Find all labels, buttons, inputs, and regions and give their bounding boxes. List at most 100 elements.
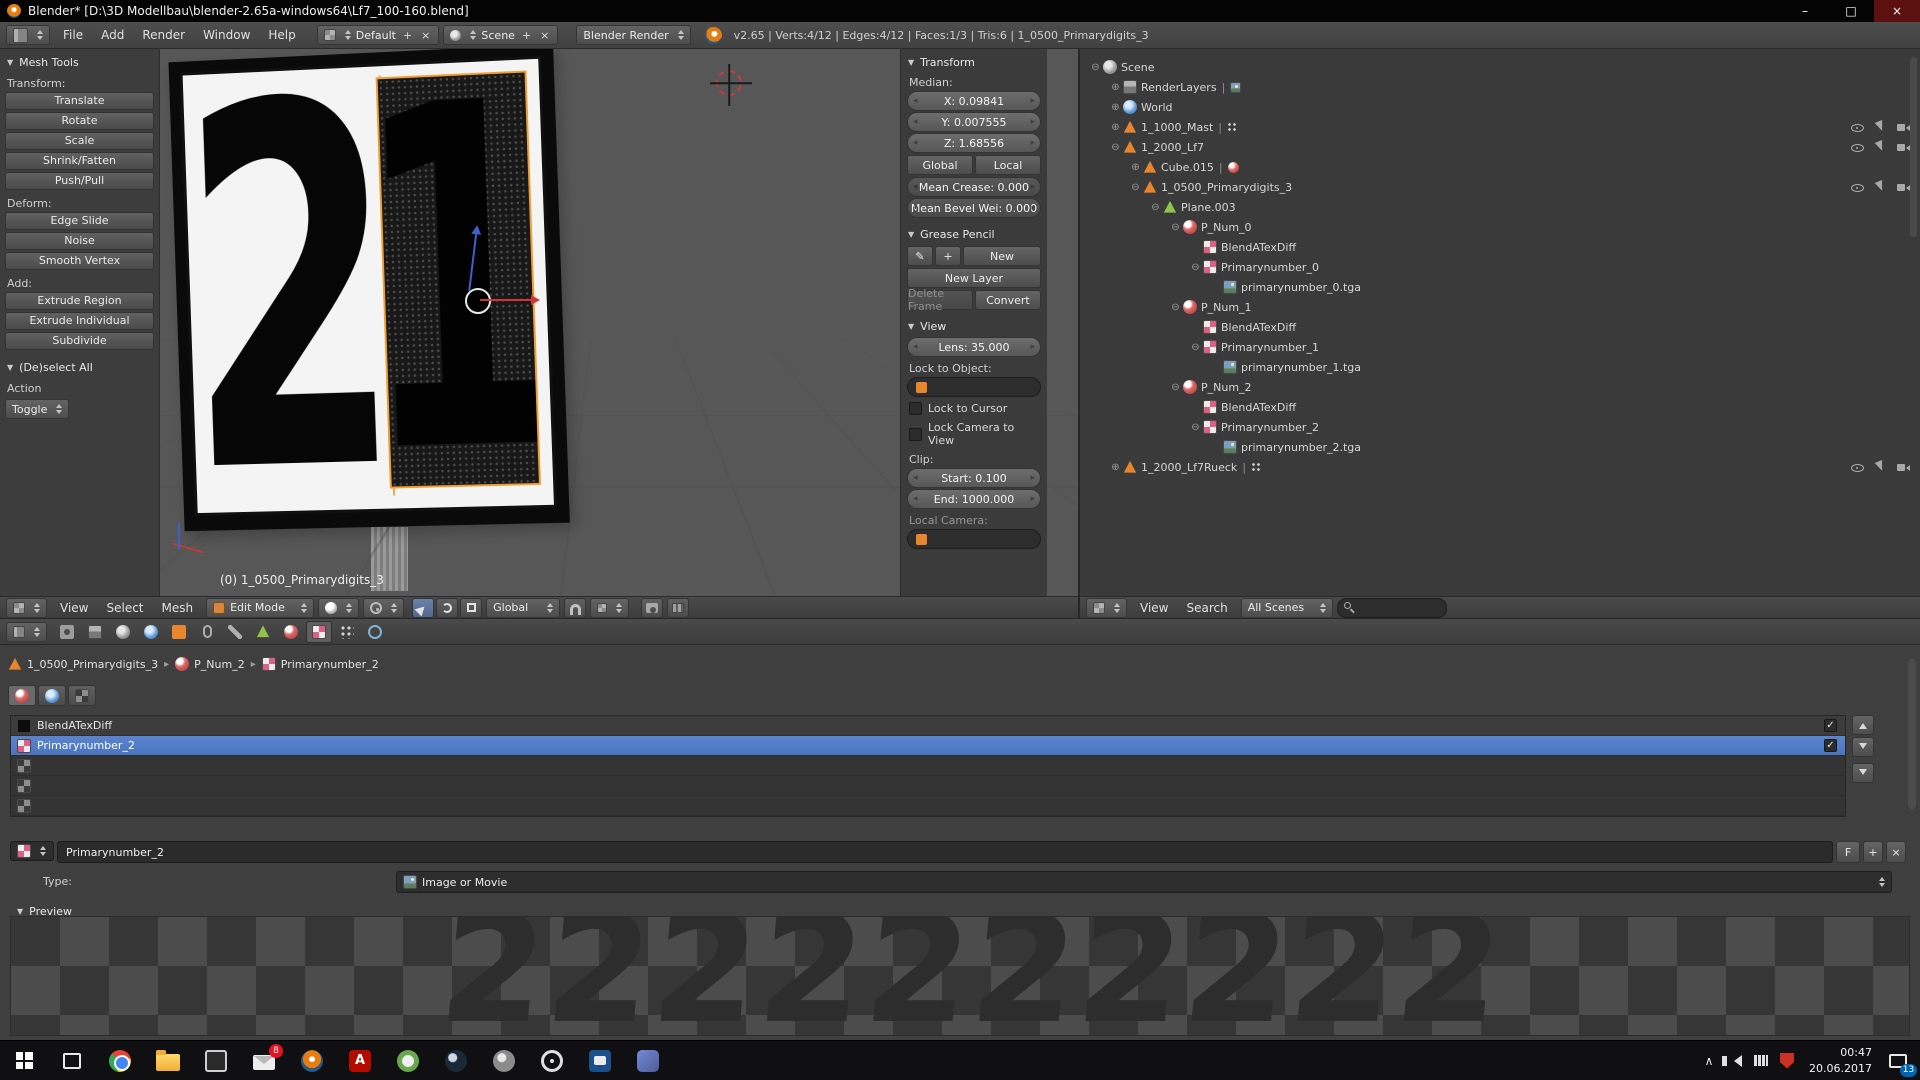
slot-move-down-button[interactable] bbox=[1852, 737, 1874, 757]
tray-chevron-up-icon[interactable]: ∧ bbox=[1696, 1041, 1722, 1080]
menu-file[interactable]: File bbox=[54, 28, 92, 42]
taskbar-maps-button[interactable] bbox=[384, 1041, 432, 1080]
viewport-menu-mesh[interactable]: Mesh bbox=[153, 601, 203, 615]
expander-icon[interactable]: ⊖ bbox=[1148, 202, 1163, 213]
other-textures-tab[interactable] bbox=[68, 685, 96, 706]
grease-pencil-panel-header[interactable]: ▼ Grease Pencil bbox=[901, 223, 1047, 244]
texture-browse-button[interactable] bbox=[10, 841, 54, 861]
clip-start-field[interactable]: Start: 0.100 bbox=[907, 468, 1041, 488]
outliner-row-primarynumber-0-tga[interactable]: primarynumber_0.tga bbox=[1080, 277, 1920, 297]
median-z-field[interactable]: Z: 1.68556 bbox=[907, 133, 1041, 153]
texture-name-input[interactable]: Primarynumber_2 bbox=[57, 841, 1833, 863]
expander-icon[interactable]: ⊖ bbox=[1168, 382, 1183, 393]
expander-icon[interactable]: ⊕ bbox=[1108, 102, 1123, 113]
lock-camera-row[interactable]: Lock Camera to View bbox=[901, 417, 1047, 449]
pivot-point-select[interactable] bbox=[363, 598, 404, 618]
breadcrumb-item-1-0500-primarydigits-3[interactable]: 1_0500_Primarydigits_3 bbox=[8, 657, 158, 671]
slot-enable-checkbox[interactable]: ✓ bbox=[1824, 739, 1837, 752]
action-select[interactable]: Toggle bbox=[5, 399, 69, 419]
remove-scene-icon[interactable]: × bbox=[538, 29, 551, 42]
selectable-pointer-icon[interactable] bbox=[1873, 460, 1887, 474]
manipulator-x-axis[interactable] bbox=[480, 299, 536, 301]
breadcrumb-item-primarynumber-2[interactable]: Primarynumber_2 bbox=[262, 657, 379, 671]
expander-icon[interactable]: ⊕ bbox=[1108, 82, 1123, 93]
properties-tab-physics[interactable] bbox=[362, 621, 388, 643]
translate-manipulator-button[interactable] bbox=[412, 598, 434, 618]
menu-render[interactable]: Render bbox=[133, 28, 194, 42]
mean-bevel-field[interactable]: Mean Bevel Wei: 0.000 bbox=[907, 198, 1041, 218]
global-button[interactable]: Global bbox=[907, 155, 973, 175]
unlink-texture-button[interactable]: × bbox=[1886, 841, 1906, 863]
properties-tab-render-layers[interactable] bbox=[82, 621, 108, 643]
expander-icon[interactable]: ⊖ bbox=[1188, 422, 1203, 433]
outliner-row-primarynumber-1-tga[interactable]: primarynumber_1.tga bbox=[1080, 357, 1920, 377]
mean-crease-field[interactable]: Mean Crease: 0.000 bbox=[907, 177, 1041, 197]
properties-tab-texture[interactable] bbox=[306, 621, 332, 643]
texture-slot-empty[interactable] bbox=[11, 756, 1845, 776]
texture-slot-primarynumber-2[interactable]: Primarynumber_2✓ bbox=[11, 736, 1845, 756]
lock-object-field[interactable] bbox=[907, 377, 1041, 397]
expander-icon[interactable]: ⊕ bbox=[1128, 162, 1143, 173]
security-shield-icon[interactable] bbox=[1774, 1041, 1800, 1080]
tool-push-pull-button[interactable]: Push/Pull bbox=[5, 172, 154, 190]
lock-to-cursor-checkbox[interactable] bbox=[909, 402, 922, 415]
outliner-row-blendatexdiff[interactable]: BlendATexDiff bbox=[1080, 237, 1920, 257]
grease-add-button[interactable]: + bbox=[935, 246, 961, 266]
viewport-shading-select[interactable] bbox=[318, 598, 359, 618]
taskbar-start-button[interactable] bbox=[0, 1041, 48, 1080]
viewport-menu-select[interactable]: Select bbox=[97, 601, 152, 615]
new-texture-button[interactable]: + bbox=[1863, 841, 1883, 863]
renderable-camera-icon[interactable] bbox=[1896, 180, 1910, 194]
taskbar-store-button[interactable] bbox=[192, 1041, 240, 1080]
clip-end-field[interactable]: End: 1000.000 bbox=[907, 489, 1041, 509]
renderable-camera-icon[interactable] bbox=[1896, 460, 1910, 474]
add-scene-icon[interactable]: + bbox=[520, 29, 533, 42]
tool-smooth-vertex-button[interactable]: Smooth Vertex bbox=[5, 252, 154, 270]
snap-toggle-button[interactable] bbox=[564, 598, 586, 618]
tool-edge-slide-button[interactable]: Edge Slide bbox=[5, 212, 154, 230]
renderable-camera-icon[interactable] bbox=[1896, 120, 1910, 134]
properties-scrollbar[interactable] bbox=[1908, 659, 1916, 809]
tool-shrink-fatten-button[interactable]: Shrink/Fatten bbox=[5, 152, 154, 170]
properties-tab-material[interactable] bbox=[278, 621, 304, 643]
minimize-button[interactable]: – bbox=[1782, 0, 1828, 22]
menu-window[interactable]: Window bbox=[194, 28, 259, 42]
outliner-row-1-2000-lf7[interactable]: ⊖1_2000_Lf7 bbox=[1080, 137, 1920, 157]
taskbar-gimp-button[interactable] bbox=[480, 1041, 528, 1080]
new-layer-button[interactable]: New Layer bbox=[907, 268, 1041, 288]
properties-tab-modifiers[interactable] bbox=[222, 621, 248, 643]
material-textures-tab[interactable] bbox=[8, 685, 36, 706]
median-y-field[interactable]: Y: 0.007555 bbox=[907, 112, 1041, 132]
expander-icon[interactable]: ⊕ bbox=[1108, 122, 1123, 133]
render-opengl-button[interactable] bbox=[641, 598, 663, 618]
close-button[interactable]: × bbox=[1874, 0, 1920, 22]
scene-selector[interactable]: Scene + × bbox=[443, 25, 558, 45]
median-x-field[interactable]: X: 0.09841 bbox=[907, 91, 1041, 111]
mode-select[interactable]: Edit Mode bbox=[206, 598, 314, 618]
expander-icon[interactable]: ⊖ bbox=[1168, 302, 1183, 313]
fake-user-button[interactable]: F bbox=[1836, 841, 1860, 863]
properties-tab-object[interactable] bbox=[166, 621, 192, 643]
expander-icon[interactable]: ⊖ bbox=[1128, 182, 1143, 193]
delete-frame-button[interactable]: Delete Frame bbox=[907, 290, 973, 310]
expander-icon[interactable]: ⊖ bbox=[1168, 222, 1183, 233]
taskbar-task-view-button[interactable] bbox=[48, 1041, 96, 1080]
lens-field[interactable]: Lens: 35.000 bbox=[907, 337, 1041, 357]
lock-camera-checkbox[interactable] bbox=[909, 428, 922, 441]
selectable-pointer-icon[interactable] bbox=[1873, 140, 1887, 154]
selectable-pointer-icon[interactable] bbox=[1873, 180, 1887, 194]
taskbar-teamspeak-button[interactable] bbox=[576, 1041, 624, 1080]
mesh-tools-panel-header[interactable]: ▼ Mesh Tools bbox=[0, 51, 159, 72]
grease-new-button[interactable]: New bbox=[963, 246, 1041, 266]
outliner-row-p-num-2[interactable]: ⊖P_Num_2 bbox=[1080, 377, 1920, 397]
texture-slot-empty[interactable] bbox=[11, 776, 1845, 796]
viewport-menu-view[interactable]: View bbox=[51, 601, 97, 615]
selectable-pointer-icon[interactable] bbox=[1873, 120, 1887, 134]
properties-editor-type-menu[interactable] bbox=[6, 622, 47, 642]
tool-noise-button[interactable]: Noise bbox=[5, 232, 154, 250]
taskbar-discord-button[interactable] bbox=[624, 1041, 672, 1080]
lock-to-cursor-row[interactable]: Lock to Cursor bbox=[901, 398, 1047, 417]
tool-extrude-individual-button[interactable]: Extrude Individual bbox=[5, 312, 154, 330]
rotate-manipulator-button[interactable] bbox=[436, 598, 458, 618]
outliner-row-1-0500-primarydigits-3[interactable]: ⊖1_0500_Primarydigits_3 bbox=[1080, 177, 1920, 197]
